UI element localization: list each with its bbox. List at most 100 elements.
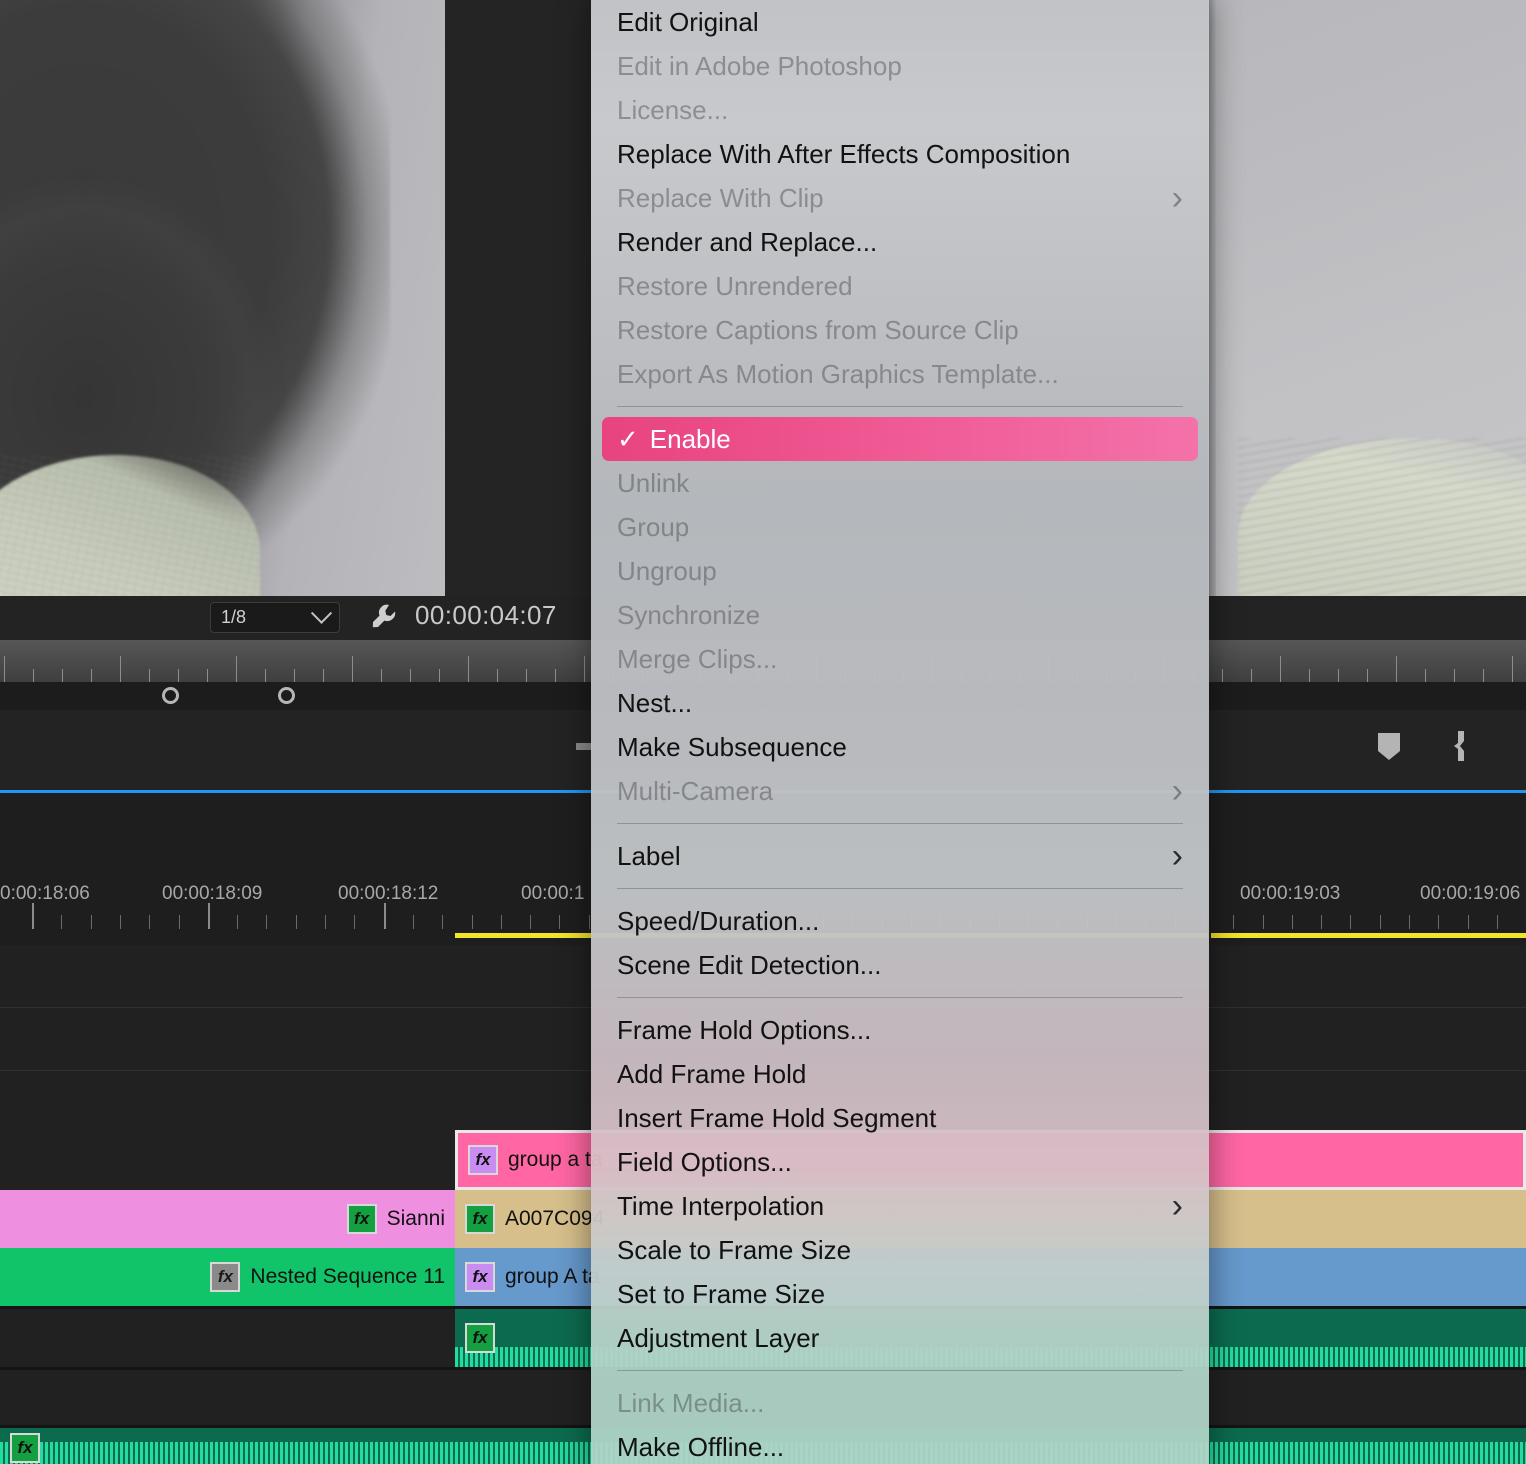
snap-icon[interactable] [1452,730,1470,762]
menu-item-label: Frame Hold Options... [617,1014,872,1045]
menu-item[interactable]: Scene Edit Detection... [591,943,1209,987]
menu-item[interactable]: Make Offline... [591,1425,1209,1464]
menu-item-label: Replace With Clip [617,182,824,213]
menu-item-label: Adjustment Layer [617,1322,820,1353]
ruler-tick [1222,669,1223,682]
menu-item: Link Media... [591,1381,1209,1425]
menu-item-label: Group [617,511,690,542]
program-timecode[interactable]: 00:00:04:07 [415,600,557,631]
timeline-ruler-tick [1321,915,1322,929]
menu-item: Unlink [591,461,1209,505]
menu-separator [591,878,1209,899]
playback-resolution-select[interactable]: 1/8 [210,602,340,633]
menu-separator [591,396,1209,417]
keyframe-marker[interactable] [278,687,295,704]
fx-badge-icon: fx [10,1433,40,1463]
menu-item: Multi-Camera › [617,772,1183,810]
menu-item-label: Scale to Frame Size [617,1234,852,1265]
timeline-clip[interactable]: fx Nested Sequence 11 [0,1248,455,1306]
menu-item[interactable]: Nest... [591,681,1209,725]
menu-item[interactable]: Adjustment Layer [591,1316,1209,1360]
timeline-ruler-tick [32,903,34,929]
timeline-ruler-tick [559,915,560,929]
clip-label: Nested Sequence 11 [250,1265,445,1288]
timeline-ruler-tick [354,915,355,929]
menu-item-label: Make Offline... [617,1431,785,1462]
menu-item-label: Restore Unrendered [617,270,853,301]
timeline-ruler-tick [589,915,590,929]
dash-icon[interactable] [576,743,592,750]
ruler-tick [1454,669,1455,682]
ruler-tick [439,669,440,682]
ruler-tick [149,669,150,682]
timeline-ruler-tick [442,915,443,929]
timeline-ruler-tick [413,915,414,929]
menu-item-label: Restore Captions from Source Clip [617,314,1019,345]
fx-badge-icon: fx [210,1262,241,1292]
menu-item-label: Label [617,840,681,871]
clip-label: A007C094 [505,1207,605,1230]
timeline-ruler-tick [1263,915,1264,929]
menu-item-label: Render and Replace... [617,226,878,257]
ruler-tick [207,669,208,682]
ruler-tick [1338,669,1339,682]
menu-item[interactable]: Scale to Frame Size [591,1228,1209,1272]
menu-item-label: Add Frame Hold [617,1058,807,1089]
marker-icon[interactable] [1375,731,1403,761]
wrench-icon[interactable] [368,601,400,633]
menu-item-label: Edit in Adobe Photoshop [617,50,902,81]
menu-item: Restore Captions from Source Clip [591,308,1209,352]
menu-item[interactable]: Label › [591,834,1209,878]
menu-item: Restore Unrendered [591,264,1209,308]
clip-label: group a ta [508,1148,603,1171]
video-preview-right [1208,0,1526,596]
keyframe-marker[interactable] [162,687,179,704]
menu-separator [591,1360,1209,1381]
fx-badge-icon: fx [465,1323,495,1353]
menu-item: Merge Clips... [591,637,1209,681]
menu-item[interactable]: Time Interpolation › [591,1184,1209,1228]
menu-item[interactable]: Field Options... [591,1140,1209,1184]
menu-item[interactable]: Set to Frame Size [591,1272,1209,1316]
menu-item-label: Nest... [617,687,693,718]
menu-item[interactable]: Edit Original [591,0,1209,44]
menu-item-label: Merge Clips... [617,643,778,674]
timeline-ruler-tick [61,915,62,929]
menu-item[interactable]: Make Subsequence [591,725,1209,769]
timeline-ruler-label: 00:00:18:12 [338,883,439,904]
ruler-tick [1483,669,1484,682]
premiere-pro-window: 1/8 00:00:04:07 0:00:18:06 00:00:18:09 00:… [0,0,1526,1464]
menu-item-enable[interactable]: ✓ Enable [602,417,1198,461]
menu-separator [591,987,1209,1008]
ruler-tick [1309,669,1310,682]
menu-item[interactable]: Frame Hold Options... [591,1008,1209,1052]
ruler-tick [1367,669,1368,682]
subject-shoulder [0,455,260,596]
timeline-ruler-tick [149,915,150,929]
timeline-clip[interactable]: fx Sianni [0,1190,455,1248]
ruler-tick [1512,656,1513,682]
timeline-ruler-tick [1380,915,1381,929]
render-bar-right [1211,933,1526,938]
menu-item-label: Time Interpolation [617,1190,825,1221]
clip-context-menu[interactable]: Edit Original Edit in Adobe Photoshop Lice… [591,0,1209,1464]
menu-item[interactable]: Add Frame Hold [591,1052,1209,1096]
timeline-ruler-tick [472,915,473,929]
menu-item[interactable]: Render and Replace... [591,220,1209,264]
video-preview-left [0,0,445,596]
menu-item-label: Unlink [617,467,690,498]
menu-item-label: Insert Frame Hold Segment [617,1102,937,1133]
timeline-ruler-label: 0:00:18:06 [0,883,90,904]
menu-item-label: Speed/Duration... [617,905,820,936]
timeline-ruler-tick [208,903,210,929]
menu-item: Synchronize [591,593,1209,637]
fx-badge-icon: fx [465,1204,495,1234]
timeline-ruler-label: 00:00:1 [521,883,585,904]
menu-item[interactable]: Insert Frame Hold Segment [591,1096,1209,1140]
blanket-fabric [1238,438,1526,596]
menu-item[interactable]: Speed/Duration... [591,899,1209,943]
menu-item-label: Field Options... [617,1146,792,1177]
ruler-tick [323,669,324,682]
timeline-ruler-tick [91,915,92,929]
menu-item[interactable]: Replace With After Effects Composition [591,132,1209,176]
